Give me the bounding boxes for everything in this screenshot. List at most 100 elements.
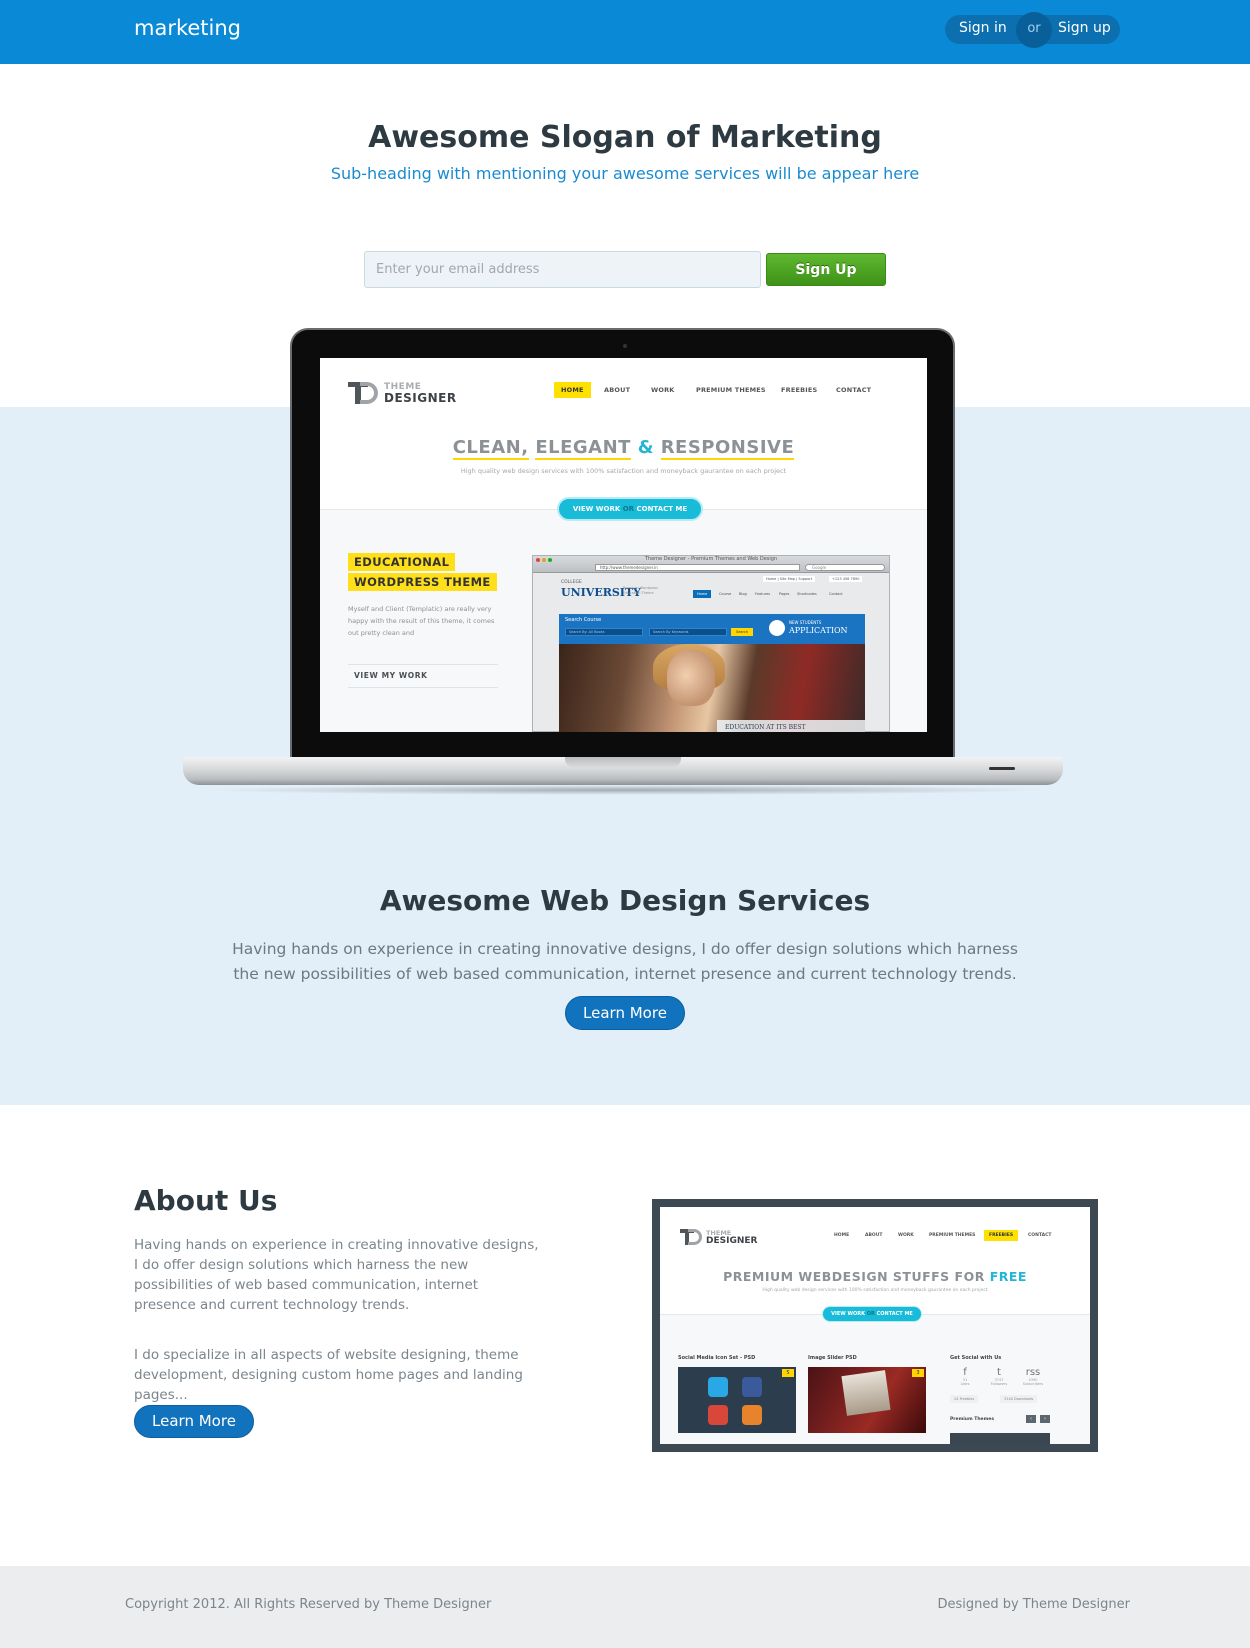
browser-search: Google bbox=[805, 564, 885, 571]
about-title: About Us bbox=[134, 1184, 278, 1217]
screen-nav-contact: CONTACT bbox=[836, 386, 872, 394]
twitter-icon bbox=[708, 1377, 728, 1397]
about-screenshot-page: THEME DESIGNER HOME ABOUT WORK PREMIUM T… bbox=[660, 1207, 1090, 1444]
facebook-icon bbox=[742, 1377, 762, 1397]
auth-pill: Sign in or Sign up bbox=[945, 12, 1120, 48]
footer-designed-by[interactable]: Designed by Theme Designer bbox=[937, 1597, 1130, 1612]
laptop-shadow bbox=[200, 785, 1050, 795]
university-sub: Premium Wordpress Education Theme bbox=[623, 586, 659, 595]
shot-logo-designer: DESIGNER bbox=[706, 1236, 758, 1246]
screen-badge-wordpress: WORDPRESS THEME bbox=[348, 573, 497, 591]
services-learn-more-button[interactable]: Learn More bbox=[565, 996, 685, 1030]
slider-photo bbox=[841, 1370, 891, 1416]
univ-nav-home: Home bbox=[693, 590, 712, 598]
next-arrow-icon: › bbox=[1040, 1415, 1050, 1423]
shot-social-facebook: f 31 Likes bbox=[960, 1367, 970, 1386]
laptop-base bbox=[183, 757, 1063, 785]
email-input[interactable] bbox=[364, 251, 761, 288]
university-top-links: Home | Site Map | Support bbox=[763, 576, 816, 582]
maximize-dot-icon bbox=[548, 558, 552, 562]
or-divider: or bbox=[1016, 12, 1052, 48]
screen-body-text: Myself and Client (Templatic) are really… bbox=[348, 605, 495, 637]
shot-nav-work: WORK bbox=[898, 1233, 914, 1238]
screen-browser-mockup: Theme Designer - Premium Themes and Web … bbox=[532, 555, 890, 732]
shot-tile-image-slider: 3 bbox=[808, 1367, 926, 1433]
rss-icon bbox=[742, 1405, 762, 1425]
univ-nav-pages: Pages bbox=[779, 592, 790, 596]
shot-hero bbox=[660, 1207, 1090, 1315]
shot-tagline: PREMIUM WEBDESIGN STUFFS FOR FREE bbox=[723, 1269, 1027, 1284]
about-learn-more-button[interactable]: Learn More bbox=[134, 1405, 254, 1438]
prev-arrow-icon: ‹ bbox=[1026, 1415, 1036, 1423]
minimize-dot-icon bbox=[542, 558, 546, 562]
top-navbar: marketing Sign in or Sign up bbox=[0, 0, 1250, 64]
screen-hero bbox=[320, 358, 927, 510]
college-label: COLLEGE bbox=[561, 580, 582, 585]
googleplus-icon bbox=[708, 1405, 728, 1425]
shot-cta-pill: VIEW WORK OR CONTACT ME bbox=[822, 1306, 922, 1322]
theme-designer-logo-icon bbox=[348, 382, 378, 404]
univ-nav-features: Features bbox=[755, 592, 771, 596]
shot-nav-freebies: FREEBIES bbox=[984, 1230, 1019, 1241]
univ-nav-blog: Blog bbox=[739, 592, 747, 596]
application-label: APPLICATION bbox=[789, 626, 848, 635]
university-phone: +123 456 7890 bbox=[829, 576, 863, 582]
shot-nav-contact: CONTACT bbox=[1028, 1233, 1052, 1238]
screen-tagline: CLEAN, ELEGANT & RESPONSIVE bbox=[452, 437, 795, 460]
brand-logo[interactable]: marketing bbox=[134, 16, 241, 40]
sign-up-link[interactable]: Sign up bbox=[1058, 20, 1111, 36]
univ-nav-shortcodes: Shortcodes bbox=[797, 592, 817, 596]
shot-tagline-sub: High quality web design services with 10… bbox=[762, 1288, 988, 1293]
sign-in-link[interactable]: Sign in bbox=[959, 20, 1007, 36]
logo-text-designer: DESIGNER bbox=[384, 391, 457, 405]
univ-nav-course: Course bbox=[719, 592, 732, 596]
shot-tile-social-icons: 5 bbox=[678, 1367, 796, 1433]
shot-nav-home: HOME bbox=[834, 1233, 850, 1238]
search-go-button: Search bbox=[731, 628, 753, 636]
shot-stat-freebies: 24 Freebies bbox=[950, 1395, 979, 1403]
shot-premium-bar bbox=[950, 1433, 1050, 1444]
application-icon bbox=[769, 620, 785, 636]
shot-premium-themes: Premium Themes bbox=[950, 1417, 995, 1422]
screen-badge-educational: EDUCATIONAL bbox=[348, 553, 456, 571]
laptop-slot bbox=[989, 767, 1015, 770]
screen-nav-home: HOME bbox=[554, 382, 591, 398]
footer-copyright: Copyright 2012. All Rights Reserved by T… bbox=[125, 1597, 492, 1612]
heart-badge: 5 bbox=[782, 1369, 794, 1377]
new-students-label: NEW STUDENTS bbox=[789, 620, 822, 625]
shot-stat-downloads: 3144 Downloads bbox=[1000, 1395, 1038, 1403]
services-title: Awesome Web Design Services bbox=[379, 884, 871, 917]
screen-tagline-sub: High quality web design services with 10… bbox=[460, 467, 787, 475]
search-field-keywords: Search By Keywords bbox=[649, 628, 727, 636]
about-paragraph-1: Having hands on experience in creating i… bbox=[134, 1237, 539, 1313]
footer: Copyright 2012. All Rights Reserved by T… bbox=[0, 1566, 1250, 1648]
services-text: Having hands on experience in creating i… bbox=[232, 940, 1018, 983]
sign-up-button[interactable]: Sign Up bbox=[766, 253, 886, 286]
laptop-camera bbox=[623, 344, 627, 348]
shot-social-rss: rss 4390 Subscribers bbox=[1022, 1367, 1044, 1386]
page: marketing Sign in or Sign up Awesome Slo… bbox=[0, 0, 1250, 1648]
hero-title: Awesome Slogan of Marketing bbox=[368, 120, 882, 155]
screen-nav-premium-themes: PREMIUM THEMES bbox=[696, 386, 766, 394]
laptop-notch bbox=[565, 757, 681, 767]
screen-nav-freebies: FREEBIES bbox=[781, 386, 818, 394]
laptop-screen: THEME DESIGNER HOME ABOUT WORK PREMIUM T… bbox=[320, 358, 927, 732]
close-dot-icon bbox=[536, 558, 540, 562]
shot-logo-icon bbox=[680, 1229, 702, 1245]
screen-view-my-work: VIEW MY WORK bbox=[348, 664, 498, 688]
shot-label-get-social: Get Social with Us bbox=[950, 1355, 1002, 1361]
shot-nav-premium-themes: PREMIUM THEMES bbox=[929, 1233, 976, 1238]
screen-nav-work: WORK bbox=[651, 386, 675, 394]
univ-nav-contact: Contact bbox=[829, 592, 843, 596]
browser-chrome: Theme Designer - Premium Themes and Web … bbox=[533, 556, 889, 573]
shot-label-social-icons: Social Media Icon Set - PSD bbox=[678, 1355, 756, 1361]
shot-label-image-slider: Image Slider PSD bbox=[808, 1355, 857, 1361]
search-course-label: Search Course bbox=[565, 617, 602, 623]
screen-nav-about: ABOUT bbox=[604, 386, 631, 394]
shot-nav-about: ABOUT bbox=[865, 1233, 883, 1238]
hero-caption: EDUCATION AT ITS BEST bbox=[717, 720, 865, 732]
browser-url: http://www.themedesigner.in bbox=[595, 564, 800, 571]
screen-cta-pill: VIEW WORK OR CONTACT ME bbox=[557, 497, 703, 521]
shot-social-twitter: t 3747 Followers bbox=[990, 1367, 1008, 1386]
heart-badge: 3 bbox=[912, 1369, 924, 1377]
